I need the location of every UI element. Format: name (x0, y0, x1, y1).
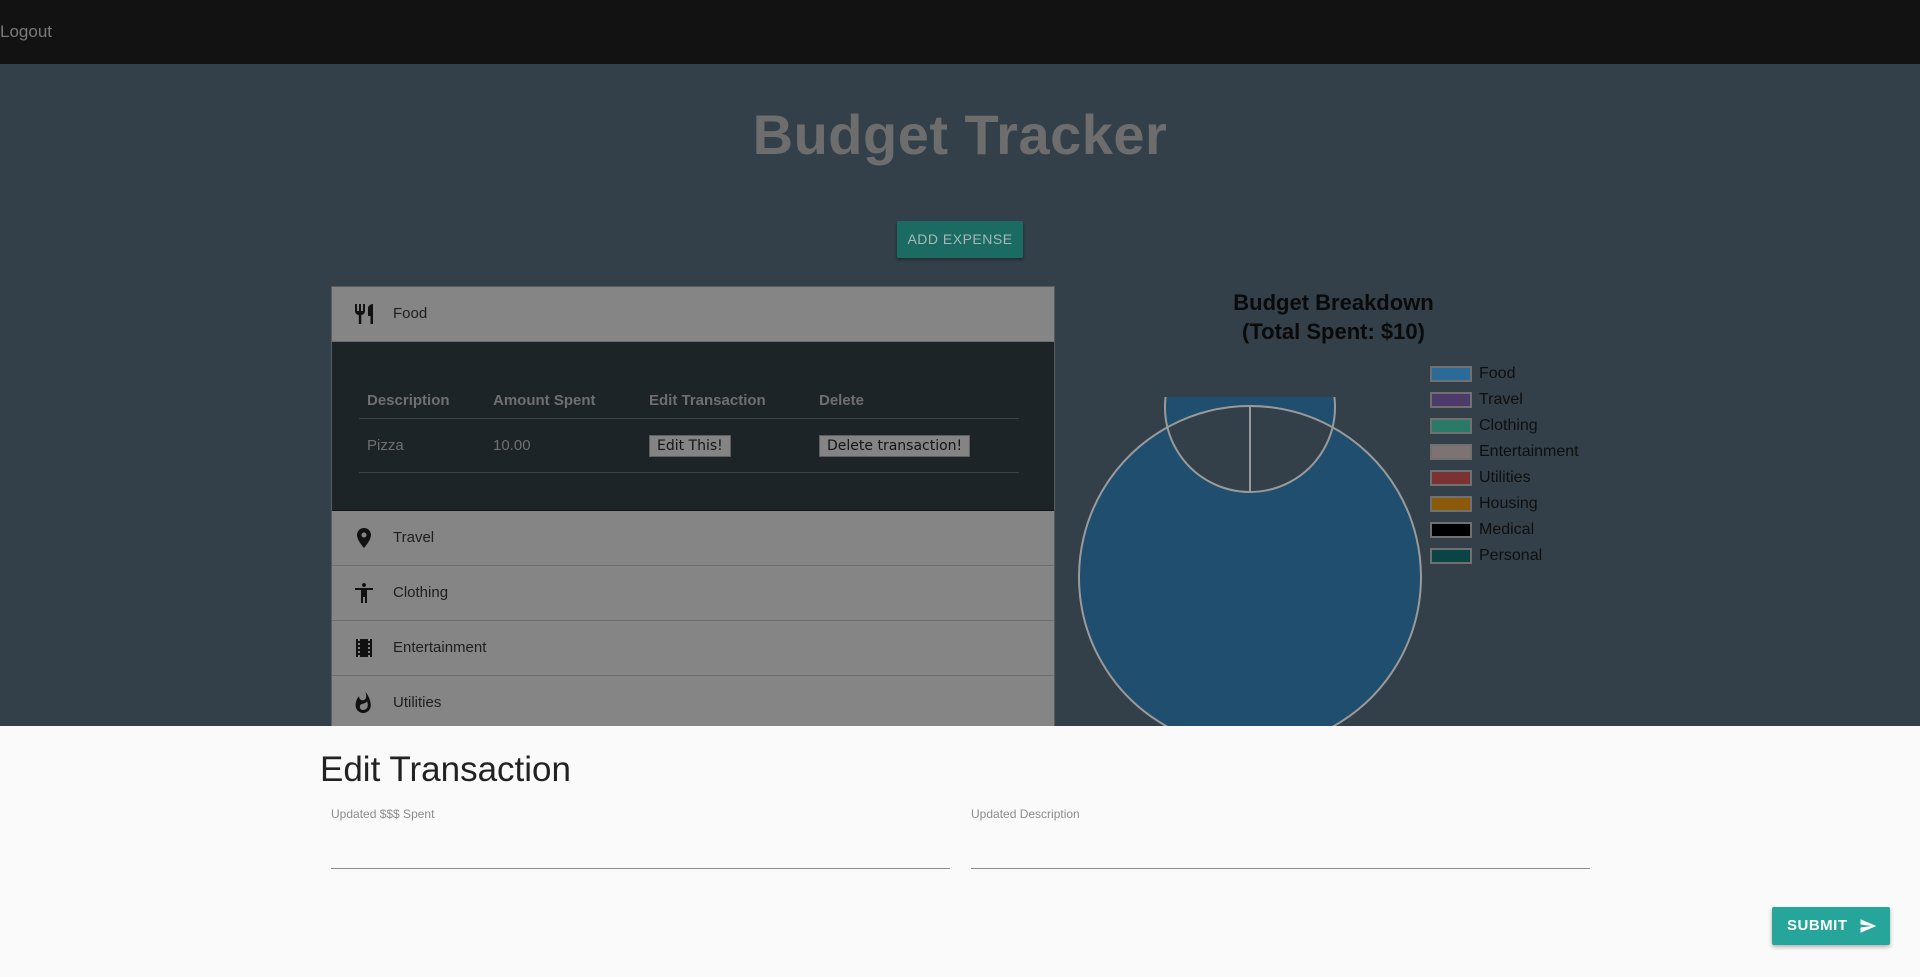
donut-chart (1078, 397, 1422, 726)
table-header-row: Description Amount Spent Edit Transactio… (359, 378, 1019, 419)
legend-swatch (1430, 496, 1472, 512)
table-row: Pizza 10.00 Edit This! Delete transactio… (359, 419, 1019, 473)
navbar: Logout (0, 0, 1920, 64)
amount-field: Updated $$$ Spent (331, 807, 950, 896)
legend-swatch (1430, 522, 1472, 538)
legend-label: Travel (1479, 391, 1523, 408)
page-title: Budget Tracker (752, 103, 1168, 166)
add-expense-button[interactable]: ADD EXPENSE (897, 221, 1023, 258)
legend-label: Medical (1479, 521, 1535, 538)
category-list: Food Description Amount Spent Edit Trans… (331, 286, 1055, 726)
person-icon (355, 583, 373, 603)
category-label-travel: Travel (393, 529, 435, 546)
legend-label: Clothing (1479, 417, 1538, 434)
amount-input[interactable] (331, 839, 950, 869)
send-icon (1860, 919, 1877, 933)
category-label-entertainment: Entertainment (393, 639, 487, 656)
legend-label: Entertainment (1479, 443, 1579, 460)
header-amount: Amount Spent (493, 392, 596, 409)
cell-amount: 10.00 (493, 437, 531, 454)
film-icon (356, 639, 372, 657)
description-input[interactable] (971, 839, 1590, 869)
legend-label: Utilities (1479, 469, 1531, 486)
legend-label: Food (1479, 365, 1516, 382)
header-delete: Delete (819, 392, 865, 409)
category-label-utilities: Utilities (393, 694, 442, 711)
category-header-travel[interactable]: Travel (332, 511, 1054, 566)
location-pin-icon (357, 528, 371, 548)
legend-swatch (1430, 392, 1472, 408)
category-header-utilities[interactable]: Utilities (332, 676, 1054, 726)
fork-knife-icon (355, 304, 373, 324)
description-field: Updated Description (971, 807, 1590, 896)
submit-label: SUBMIT (1787, 917, 1848, 934)
logout-link[interactable]: Logout (0, 22, 52, 42)
transactions-table: Description Amount Spent Edit Transactio… (359, 378, 1019, 473)
legend-swatch (1430, 418, 1472, 434)
legend-swatch (1430, 470, 1472, 486)
header-description: Description (367, 392, 450, 409)
legend-swatch (1430, 366, 1472, 382)
amount-label: Updated $$$ Spent (331, 807, 435, 821)
category-label-clothing: Clothing (393, 584, 449, 601)
description-label: Updated Description (971, 807, 1080, 821)
food-transactions: Description Amount Spent Edit Transactio… (332, 342, 1054, 511)
delete-transaction-button[interactable]: Delete transaction! (819, 435, 971, 457)
legend-label: Housing (1479, 495, 1538, 512)
flame-icon (355, 691, 371, 713)
cell-description: Pizza (367, 437, 404, 454)
legend-swatch (1430, 444, 1472, 460)
legend-label: Personal (1479, 547, 1543, 564)
chart-title: Budget Breakdown (Total Spent: $10) (1140, 288, 1527, 346)
edit-transaction-modal: Edit Transaction Updated $$$ Spent Updat… (0, 726, 1920, 977)
chart-title-line2: (Total Spent: $10) (1242, 319, 1425, 344)
category-header-clothing[interactable]: Clothing (332, 566, 1054, 621)
submit-button[interactable]: SUBMIT (1772, 907, 1890, 945)
header-edit: Edit Transaction (649, 392, 766, 409)
page-background: Budget Tracker ADD EXPENSE Food Descript… (0, 64, 1920, 726)
category-header-food[interactable]: Food (332, 287, 1054, 342)
edit-transaction-button[interactable]: Edit This! (649, 435, 731, 457)
chart-title-line1: Budget Breakdown (1233, 290, 1434, 315)
modal-title: Edit Transaction (320, 750, 571, 789)
category-label-food: Food (393, 305, 428, 322)
category-header-entertainment[interactable]: Entertainment (332, 621, 1054, 676)
legend-swatch (1430, 548, 1472, 564)
